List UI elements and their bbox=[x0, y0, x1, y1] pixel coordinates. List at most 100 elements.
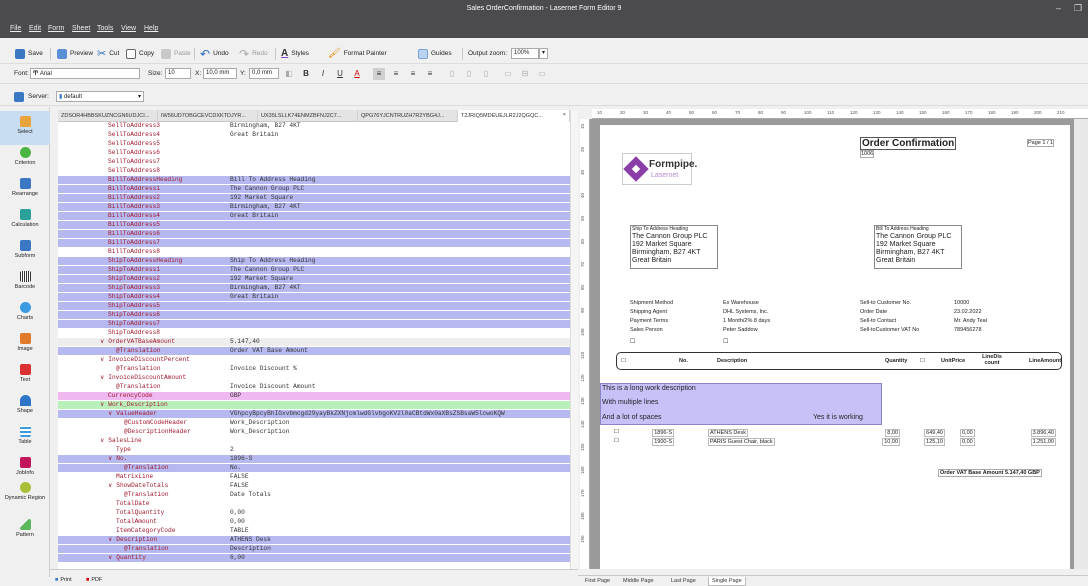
tree-row[interactable]: @DescriptionHeader Work_Description bbox=[58, 428, 570, 436]
tree-row[interactable]: BillToAddress4 Great Britain bbox=[58, 212, 570, 220]
border-left-icon[interactable]: ▯ bbox=[446, 68, 458, 80]
tool-rearrange[interactable]: Rearrange bbox=[0, 178, 50, 197]
pdf-tab[interactable]: ■ PDF bbox=[86, 577, 102, 583]
y-position-input[interactable]: 0,0 mm bbox=[249, 68, 279, 79]
border-bottom-icon[interactable]: ▭ bbox=[536, 68, 548, 80]
tree-row[interactable]: ShipToAddress2 192 Market Square bbox=[58, 275, 570, 283]
info-cell[interactable]: 789456278 bbox=[954, 326, 987, 335]
tree-row[interactable]: BillToAddress8 bbox=[58, 248, 570, 256]
tree-row[interactable]: ShipToAddress1 The Cannon Group PLC bbox=[58, 266, 570, 274]
tree-row[interactable]: BillToAddress6 bbox=[58, 230, 570, 238]
tree-row[interactable]: ∨ Quantity 6,00 bbox=[58, 554, 570, 562]
doc-heading[interactable]: Order Confirmation bbox=[860, 137, 957, 150]
tool-subform[interactable]: Subform bbox=[0, 240, 50, 259]
justify-icon[interactable]: ≡ bbox=[424, 68, 436, 80]
info-cell[interactable]: Sell-to Customer No. bbox=[860, 299, 919, 308]
bold-button[interactable]: B bbox=[300, 68, 312, 80]
tree-row[interactable]: @Translation Invoice Discount % bbox=[58, 365, 570, 373]
table-header[interactable]: ☐ No. Description Quantity ☐ UnitPrice L… bbox=[616, 352, 1062, 370]
tree-row[interactable]: ShipToAddress8 bbox=[58, 329, 570, 337]
tool-select[interactable]: Select bbox=[0, 111, 50, 145]
undo-button[interactable]: ↶ Undo bbox=[200, 44, 229, 63]
redo-button[interactable]: ↷ Redo bbox=[239, 44, 268, 63]
tool-charts[interactable]: Charts bbox=[0, 302, 50, 321]
tree-row[interactable]: BillToAddress7 bbox=[58, 239, 570, 247]
bill-to-box[interactable]: Bill To Address Heading The Cannon Group… bbox=[874, 225, 962, 269]
sales-line-row[interactable]: ☐ 1896-S ATHENS Desk 8,00 649,40 0,00 3.896,40 bbox=[600, 428, 1070, 437]
checkbox-icon[interactable]: ☐ bbox=[723, 338, 728, 345]
tree-row[interactable]: SellToAddress4 Great Britain bbox=[58, 131, 570, 139]
tree-row[interactable]: SellToAddress7 bbox=[58, 158, 570, 166]
info-cell[interactable]: 10000 bbox=[954, 299, 987, 308]
tree-row[interactable]: ShipToAddress4 Great Britain bbox=[58, 293, 570, 301]
tree-row[interactable]: TotalDate bbox=[58, 500, 570, 508]
logo-frame[interactable]: Formpipe. Lasernet bbox=[622, 153, 697, 185]
tab-4[interactable]: QPG76YJCNTRUZH7R2YBG4J... bbox=[358, 110, 458, 122]
tree-row[interactable]: SellToAddress6 bbox=[58, 149, 570, 157]
tree-row[interactable]: ∨ Work_Description bbox=[58, 401, 570, 409]
tree-row[interactable]: ∨ ShowDateTotals FALSE bbox=[58, 482, 570, 490]
tree-row[interactable]: BillToAddressHeading Bill To Address Head… bbox=[58, 176, 570, 184]
tree-scrollbar[interactable] bbox=[570, 110, 578, 569]
info-cell[interactable]: Sell-to Contact bbox=[860, 317, 919, 326]
styles-button[interactable]: A Styles bbox=[281, 44, 309, 63]
info-cell[interactable]: Payment Terms bbox=[630, 317, 673, 326]
cut-button[interactable]: ✂ Cut bbox=[97, 44, 119, 63]
tree-row[interactable]: @CustomCodeHeader Work_Description bbox=[58, 419, 570, 427]
tree-row[interactable]: TotalAmount 0,00 bbox=[58, 518, 570, 526]
tab-single-page[interactable]: Single Page bbox=[708, 577, 746, 586]
info-cell[interactable]: Shipment Method bbox=[630, 299, 673, 308]
tree-row[interactable]: BillToAddress2 192 Market Square bbox=[58, 194, 570, 202]
border-middle-icon[interactable]: ⊟ bbox=[519, 68, 531, 80]
tree-row[interactable]: ∨ InvoiceDiscountPercent bbox=[58, 356, 570, 364]
tree-row[interactable]: ∨ SalesLine bbox=[58, 437, 570, 445]
page-counter[interactable]: Page 1 / 1 bbox=[1027, 139, 1055, 147]
tree-row[interactable]: BillToAddress1 The Cannon Group PLC bbox=[58, 185, 570, 193]
tool-dynamic-region[interactable]: Dynamic Region bbox=[0, 482, 50, 501]
tool-image[interactable]: Image bbox=[0, 333, 50, 352]
canvas-scrollbar[interactable] bbox=[1074, 119, 1088, 569]
menu-form[interactable]: Form bbox=[48, 25, 64, 32]
tree-row[interactable]: ∨ No. 1896-S bbox=[58, 455, 570, 463]
menu-tools[interactable]: Tools bbox=[97, 25, 113, 32]
menu-help[interactable]: Help bbox=[144, 25, 158, 32]
tree-row[interactable]: @Translation Invoice Discount Amount bbox=[58, 383, 570, 391]
info-cell[interactable]: Shipping Agent bbox=[630, 308, 673, 317]
tool-calculation[interactable]: Calculation bbox=[0, 209, 50, 228]
tree-row[interactable]: TotalQuantity 0,00 bbox=[58, 509, 570, 517]
format-painter-button[interactable]: 🖌 Format Painter bbox=[328, 44, 387, 63]
font-select[interactable]: Ͳ Arial bbox=[30, 68, 140, 79]
checkbox-icon[interactable]: ☐ bbox=[614, 438, 619, 444]
x-position-input[interactable]: 10,0 mm bbox=[203, 68, 237, 79]
paste-button[interactable]: Paste bbox=[161, 44, 191, 63]
info-cell[interactable]: DHL Systems, Inc. bbox=[723, 308, 770, 317]
copy-button[interactable]: Copy bbox=[126, 44, 154, 63]
underline-button[interactable]: U bbox=[334, 68, 346, 80]
tree-row[interactable]: ItemCategoryCode TABLE bbox=[58, 527, 570, 535]
tree-row[interactable]: ∨ OrderVATBaseAmount 5.147,40 bbox=[58, 338, 570, 346]
tree-row[interactable]: ShipToAddress5 bbox=[58, 302, 570, 310]
chevron-down-icon[interactable]: ▾ bbox=[539, 48, 548, 59]
guides-button[interactable]: Guides bbox=[418, 44, 452, 63]
info-cell[interactable]: Sales Person bbox=[630, 326, 673, 335]
tree-row[interactable]: SellToAddress5 bbox=[58, 140, 570, 148]
tree-row[interactable]: @Translation Order VAT Base Amount bbox=[58, 347, 570, 355]
output-zoom-select[interactable]: 100% bbox=[511, 48, 539, 59]
tree-row[interactable]: BillToAddress5 bbox=[58, 221, 570, 229]
bold-icon[interactable]: ◧ bbox=[283, 68, 295, 80]
tab-2[interactable]: IW56UD7OBGCEVCDXKTDJYR... bbox=[158, 110, 258, 122]
work-description-block[interactable]: This is a long work description With mul… bbox=[600, 383, 882, 425]
info-cell[interactable]: 1 Month/2% 8 days bbox=[723, 317, 770, 326]
save-button[interactable]: Save bbox=[15, 44, 43, 63]
tree-row[interactable]: ShipToAddress3 Birmingham, B27 4KT bbox=[58, 284, 570, 292]
tree-row[interactable]: @Translation Description bbox=[58, 545, 570, 553]
italic-button[interactable]: I bbox=[317, 68, 329, 80]
info-cell[interactable]: 23.02.2022 bbox=[954, 308, 987, 317]
border-top-icon[interactable]: ▭ bbox=[502, 68, 514, 80]
server-select[interactable]: ▮ default ▾ bbox=[56, 91, 144, 102]
checkbox-icon[interactable]: ☐ bbox=[630, 338, 635, 345]
info-cell[interactable]: Mr. Andy Teal bbox=[954, 317, 987, 326]
tree-row[interactable]: @Translation Date Totals bbox=[58, 491, 570, 499]
menu-file[interactable]: File bbox=[10, 25, 21, 32]
checkbox-icon[interactable]: ☐ bbox=[614, 429, 619, 435]
